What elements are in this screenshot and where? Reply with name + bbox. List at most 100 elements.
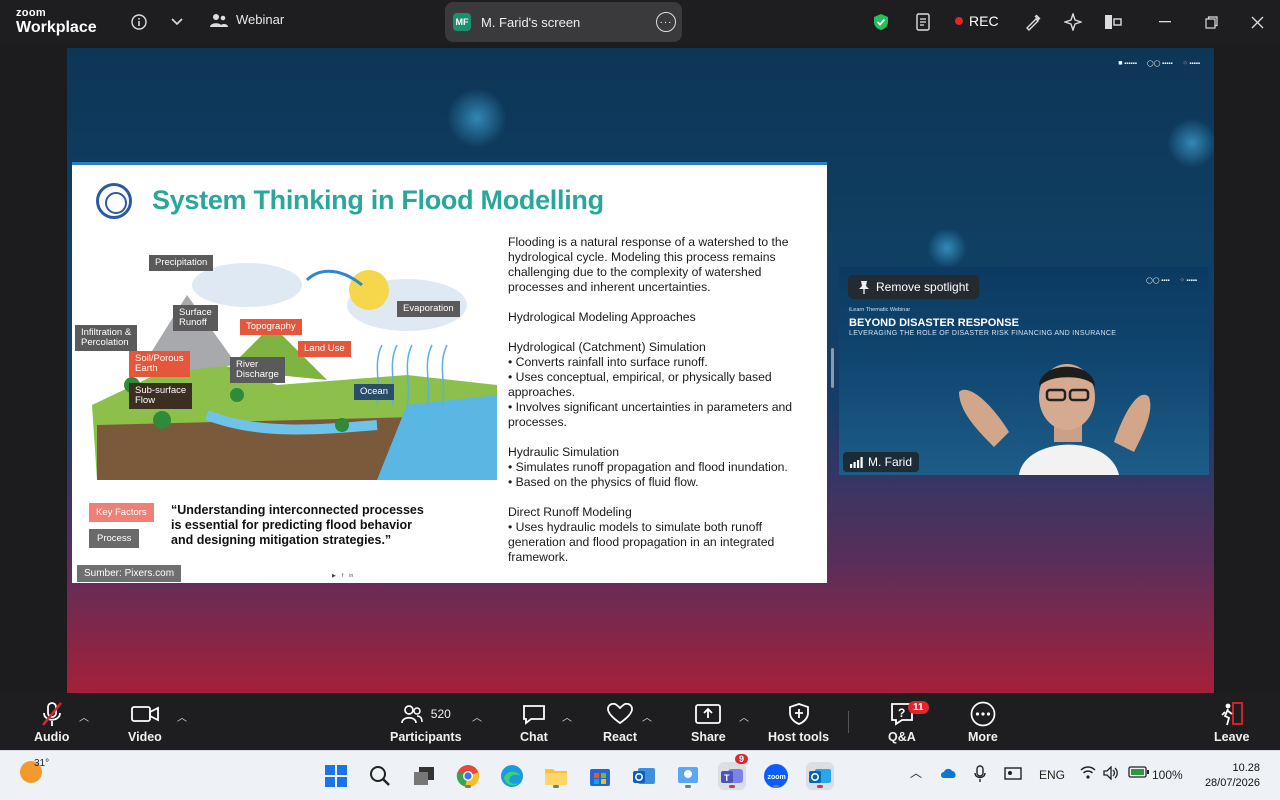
close-icon[interactable]: [1246, 11, 1268, 33]
taskbar-edge[interactable]: [498, 762, 526, 790]
sponsor-logos: ■ ▪▪▪▪▪▪ ◯◯ ▪▪▪▪▪ ⁘ ▪▪▪▪▪: [1118, 60, 1200, 67]
share-button[interactable]: Share: [691, 701, 726, 744]
react-options-caret[interactable]: ︿: [642, 709, 652, 724]
participants-icon: [400, 705, 423, 724]
audio-button[interactable]: Audio: [34, 701, 69, 744]
video-label: Video: [128, 730, 162, 744]
notes-icon[interactable]: [912, 11, 934, 33]
recording-indicator[interactable]: REC: [955, 13, 999, 29]
system-clock[interactable]: 10.28 28/07/2026: [1205, 761, 1260, 791]
sponsor-logo: ■ ▪▪▪▪▪▪: [1118, 60, 1137, 67]
layout-icon[interactable]: [1102, 11, 1124, 33]
svg-text:?: ?: [898, 706, 905, 720]
leave-button[interactable]: Leave: [1214, 701, 1249, 744]
more-label: More: [968, 730, 998, 744]
leave-icon: [1219, 701, 1245, 727]
toolbar-divider: [848, 711, 849, 733]
taskbar-outlook-new[interactable]: [630, 762, 658, 790]
participants-button[interactable]: 520 Participants: [390, 701, 462, 744]
audio-options-caret[interactable]: ︿: [79, 709, 89, 724]
language-indicator[interactable]: ENG: [1039, 768, 1065, 782]
resize-handle[interactable]: [831, 348, 834, 388]
label-ocean: Ocean: [354, 384, 394, 400]
participant-name: M. Farid: [868, 455, 913, 469]
taskbar-store[interactable]: [586, 762, 614, 790]
start-button[interactable]: [322, 762, 350, 790]
sponsor-logo: ◯◯ ▪▪▪▪▪: [1146, 61, 1173, 67]
avatar: MF: [453, 13, 471, 31]
onedrive-icon[interactable]: [940, 767, 958, 782]
video-options-caret[interactable]: ︿: [177, 709, 187, 724]
event-tagline: LEVERAGING THE ROLE OF DISASTER RISK FIN…: [849, 330, 1117, 337]
microphone-icon[interactable]: [974, 765, 986, 786]
minimize-icon[interactable]: [1154, 11, 1176, 33]
youtube-icon: ▶: [332, 573, 336, 579]
section-hydrological: Hydrological (Catchment) Simulation • Co…: [508, 340, 793, 429]
sponsor-logo: ◯◯ ▪▪▪▪: [1146, 278, 1170, 284]
restore-icon[interactable]: [1200, 11, 1222, 33]
screen-share-pill[interactable]: MF M. Farid's screen ···: [445, 2, 682, 42]
host-tools-button[interactable]: Host tools: [768, 701, 829, 744]
tray-overflow-icon[interactable]: ︿: [910, 764, 922, 781]
participants-label: Participants: [390, 730, 462, 744]
record-dot-icon: [955, 17, 963, 25]
info-icon[interactable]: [128, 11, 150, 33]
more-icon: [970, 701, 996, 727]
water-cycle-diagram: Precipitation Surface Runoff Topography …: [75, 255, 497, 480]
display-icon[interactable]: [1004, 765, 1022, 784]
chat-label: Chat: [520, 730, 548, 744]
windows-taskbar: 31° T 9 zoom ︿ ENG 100% 10.28 28/07/2026: [0, 750, 1280, 800]
linkedin-icon: in: [349, 573, 354, 579]
qa-label: Q&A: [888, 730, 916, 744]
ai-companion-icon[interactable]: [1062, 11, 1084, 33]
people-icon: [210, 13, 228, 27]
video-button[interactable]: Video: [128, 701, 162, 744]
signal-icon: [850, 456, 863, 468]
search-icon: [370, 766, 390, 786]
taskbar-file-explorer[interactable]: [542, 762, 570, 790]
annotate-icon[interactable]: [1022, 11, 1044, 33]
taskbar-teams[interactable]: T 9: [718, 754, 749, 790]
background-glow: [1167, 118, 1214, 168]
battery-icon[interactable]: [1128, 766, 1150, 781]
search-button[interactable]: [366, 762, 394, 790]
outlook-mail-icon: [809, 769, 831, 783]
chat-options-caret[interactable]: ︿: [562, 709, 572, 724]
temperature: 31°: [34, 758, 50, 769]
rec-label: REC: [969, 13, 999, 29]
speaker-figure: [959, 364, 1151, 475]
taskbar-zoom-meeting[interactable]: [674, 762, 702, 790]
mic-muted-icon: [40, 701, 64, 727]
more-button[interactable]: More: [968, 701, 998, 744]
background-glow: [927, 228, 967, 268]
react-label: React: [603, 730, 638, 744]
event-subtitle: iLearn Thematic Webinar: [849, 307, 911, 313]
meeting-toolbar: Audio ︿ Video ︿ 520 Participants ︿ Chat …: [0, 693, 1280, 750]
chevron-down-icon[interactable]: [166, 11, 188, 33]
taskbar-chrome[interactable]: [454, 762, 482, 790]
taskbar-zoom[interactable]: zoom: [762, 762, 790, 790]
remove-spotlight-button[interactable]: Remove spotlight: [848, 275, 979, 299]
slide-body: Flooding is a natural response of a wate…: [508, 235, 813, 580]
windows-icon: [325, 765, 347, 787]
more-options-icon[interactable]: ···: [656, 12, 676, 32]
taskbar-outlook[interactable]: [806, 762, 834, 790]
volume-icon[interactable]: [1103, 765, 1119, 783]
university-seal-icon: [96, 183, 132, 219]
running-indicator: [465, 785, 471, 788]
section-direct-runoff: Direct Runoff Modeling • Uses hydraulic …: [508, 505, 775, 564]
react-button[interactable]: React: [603, 701, 637, 744]
spotlight-video[interactable]: iLearn Thematic Webinar BEYOND DISASTER …: [839, 267, 1209, 475]
wifi-icon[interactable]: [1080, 766, 1096, 782]
video-camera-icon: [131, 701, 159, 727]
weather-widget[interactable]: 31°: [20, 758, 49, 783]
task-view-button[interactable]: [410, 762, 438, 790]
slide-intro: Flooding is a natural response of a wate…: [508, 235, 789, 294]
zoom-logo: zoom Workplace: [16, 7, 97, 36]
folder-icon: [545, 769, 567, 785]
chat-button[interactable]: Chat: [520, 701, 548, 744]
share-options-caret[interactable]: ︿: [739, 709, 749, 724]
shield-check-icon[interactable]: [870, 11, 892, 33]
participants-options-caret[interactable]: ︿: [472, 709, 482, 724]
share-label: Share: [691, 730, 726, 744]
